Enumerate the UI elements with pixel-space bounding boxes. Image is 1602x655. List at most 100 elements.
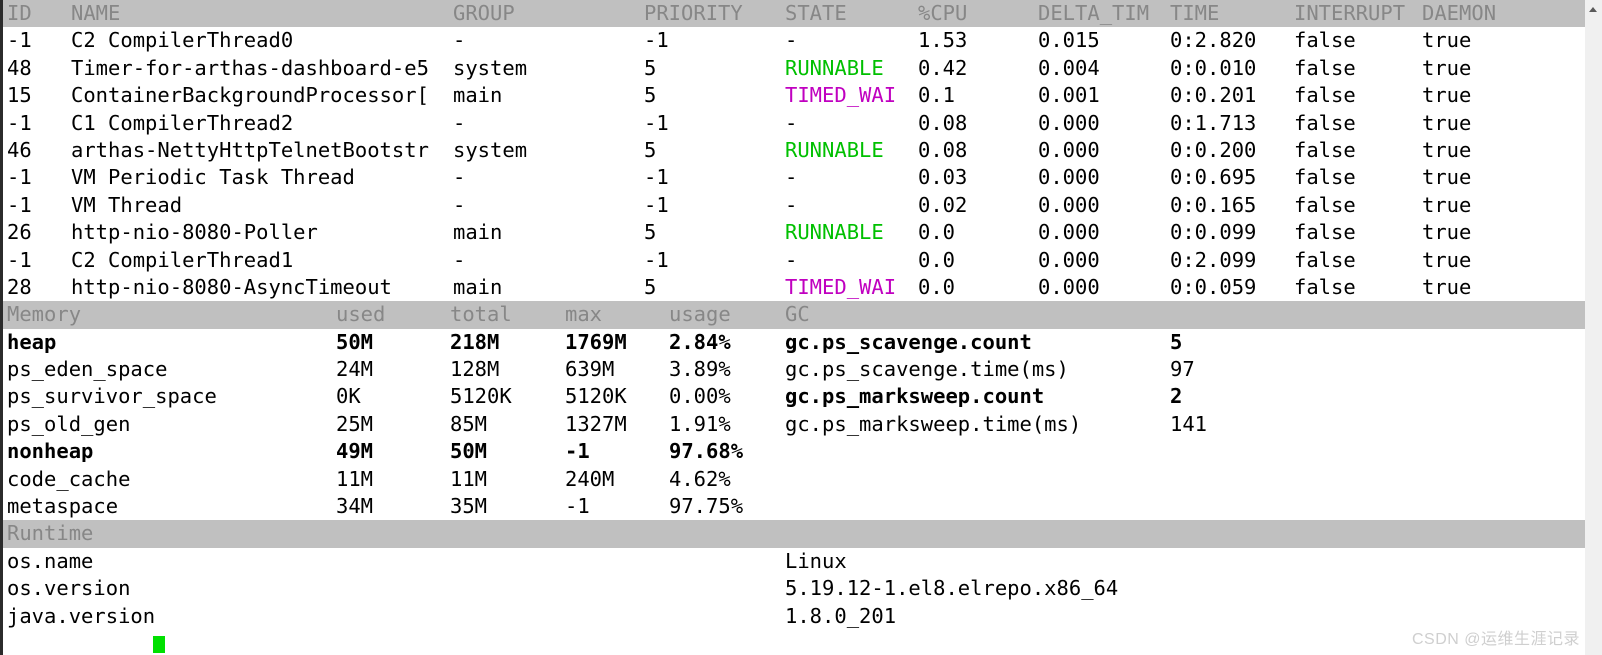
memory-cell-total: 35M	[450, 494, 488, 519]
thread-cell-name: arthas-NettyHttpTelnetBootstr	[71, 137, 429, 162]
thread-cell-priority: -1	[644, 192, 669, 217]
thread-cell-name: C2 CompilerThread0	[71, 28, 294, 53]
memory-col-header-max: max	[565, 302, 603, 327]
thread-row: -1 VM Periodic Task Thread - -1 - 0.03 0.000 0:…	[3, 164, 1588, 191]
memory-cell-usage: 4.62%	[669, 466, 731, 491]
scroll-up-arrow-icon[interactable]	[1585, 0, 1602, 17]
terminal-output-area[interactable]: ID NAME GROUP PRIORITY STATE %CPU DELTA_…	[3, 0, 1588, 655]
thread-cell-cpu: 0.02	[918, 192, 968, 217]
runtime-cell-key: java.version	[7, 603, 156, 628]
thread-cell-id: 46	[7, 137, 32, 162]
gc-col-header: GC	[785, 302, 810, 327]
thread-cell-interrupt: false	[1294, 110, 1356, 135]
thread-cell-cpu: 1.53	[918, 28, 968, 53]
memory-cell-name: heap	[7, 329, 57, 354]
thread-cell-daemon: true	[1422, 137, 1472, 162]
thread-cell-name: C2 CompilerThread1	[71, 247, 294, 272]
memory-gc-row: ps_old_gen 25M 85M 1327M 1.91% gc.ps_markswee…	[3, 411, 1588, 438]
threads-col-header-delta-time: DELTA_TIM	[1038, 1, 1150, 25]
thread-row: 46 arthas-NettyHttpTelnetBootstr system 5 RU…	[3, 137, 1588, 164]
thread-cell-state: RUNNABLE	[785, 137, 884, 162]
thread-cell-group: -	[453, 247, 466, 272]
thread-cell-group: -	[453, 192, 466, 217]
thread-cell-time: 0:0.201	[1170, 83, 1257, 108]
memory-cell-max: 639M	[565, 357, 615, 382]
thread-cell-cpu: 0.08	[918, 137, 968, 162]
thread-cell-time: 0:1.713	[1170, 110, 1257, 135]
threads-col-header-time: TIME	[1170, 1, 1220, 25]
thread-cell-time: 0:0.695	[1170, 165, 1257, 190]
thread-cell-group: system	[453, 55, 528, 80]
thread-cell-id: -1	[7, 165, 32, 190]
memory-cell-total: 50M	[450, 439, 488, 464]
cursor-block-icon	[153, 635, 165, 653]
runtime-cell-value: Linux	[785, 548, 847, 573]
thread-cell-priority: -1	[644, 247, 669, 272]
thread-cell-id: -1	[7, 28, 32, 53]
memory-cell-usage: 3.89%	[669, 357, 731, 382]
thread-cell-group: -	[453, 110, 466, 135]
threads-col-header-name: NAME	[71, 1, 121, 25]
memory-cell-name: metaspace	[7, 494, 119, 519]
thread-cell-interrupt: false	[1294, 165, 1356, 190]
thread-cell-state: -	[785, 165, 798, 190]
memory-cell-used: 24M	[336, 357, 374, 382]
thread-cell-cpu: 0.42	[918, 55, 968, 80]
runtime-col-header: Runtime	[7, 521, 94, 546]
memory-cell-used: 50M	[336, 329, 374, 354]
memory-gc-row: metaspace 34M 35M -1 97.75%	[3, 493, 1588, 520]
gc-cell-name: gc.ps_scavenge.time(ms)	[785, 357, 1069, 382]
thread-cell-name: ContainerBackgroundProcessor[	[71, 83, 429, 108]
runtime-cell-value: 5.19.12-1.el8.elrepo.x86_64	[785, 576, 1119, 601]
csdn-watermark: CSDN @运维生涯记录	[1411, 631, 1580, 648]
threads-col-header-priority: PRIORITY	[644, 1, 743, 25]
runtime-cell-key: os.name	[7, 548, 94, 573]
runtime-row: os.name Linux	[3, 548, 1588, 575]
thread-row: 26 http-nio-8080-Poller main 5 RUNNABLE 0.0 0.…	[3, 219, 1588, 246]
thread-cell-state: -	[785, 28, 798, 53]
memory-gc-row: nonheap 49M 50M -1 97.68%	[3, 438, 1588, 465]
thread-cell-cpu: 0.0	[918, 247, 956, 272]
thread-cell-priority: 5	[644, 83, 657, 108]
thread-cell-delta-time: 0.000	[1038, 137, 1100, 162]
thread-cell-time: 0:0.165	[1170, 192, 1257, 217]
thread-row: -1 C1 CompilerThread2 - -1 - 0.08 0.000 0:1.713…	[3, 110, 1588, 137]
memory-cell-name: ps_eden_space	[7, 357, 168, 382]
thread-row: -1 C2 CompilerThread0 - -1 - 1.53 0.015 0:2.820…	[3, 27, 1588, 54]
thread-cell-time: 0:0.059	[1170, 274, 1257, 299]
memory-cell-name: nonheap	[7, 439, 94, 464]
thread-cell-priority: 5	[644, 274, 657, 299]
thread-cell-id: -1	[7, 247, 32, 272]
memory-gc-row: code_cache 11M 11M 240M 4.62%	[3, 466, 1588, 493]
gc-cell-name: gc.ps_marksweep.count	[785, 384, 1045, 409]
runtime-row: os.version 5.19.12-1.el8.elrepo.x86_64	[3, 575, 1588, 602]
memory-cell-total: 85M	[450, 411, 488, 436]
thread-cell-daemon: true	[1422, 165, 1472, 190]
memory-table-header-row: Memory used total max usage GC	[3, 301, 1588, 329]
thread-cell-interrupt: false	[1294, 83, 1356, 108]
thread-cell-delta-time: 0.015	[1038, 28, 1100, 53]
arthas-dashboard-terminal: ID NAME GROUP PRIORITY STATE %CPU DELTA_…	[0, 0, 1602, 655]
memory-cell-usage: 1.91%	[669, 411, 731, 436]
runtime-cell-value: 1.8.0_201	[785, 603, 897, 628]
thread-cell-daemon: true	[1422, 247, 1472, 272]
thread-row: 48 Timer-for-arthas-dashboard-e5 system 5 RU…	[3, 55, 1588, 82]
memory-col-header-usage: usage	[669, 302, 731, 327]
thread-cell-delta-time: 0.000	[1038, 192, 1100, 217]
thread-cell-interrupt: false	[1294, 247, 1356, 272]
memory-cell-usage: 2.84%	[669, 329, 731, 354]
threads-table-header-row: ID NAME GROUP PRIORITY STATE %CPU DELTA_…	[3, 0, 1588, 28]
memory-cell-used: 25M	[336, 411, 374, 436]
memory-col-header-total: total	[450, 302, 512, 327]
threads-col-header-id: ID	[7, 1, 32, 25]
memory-cell-total: 5120K	[450, 384, 512, 409]
thread-cell-name: Timer-for-arthas-dashboard-e5	[71, 55, 429, 80]
thread-row: 15 ContainerBackgroundProcessor[main 5 TIME…	[3, 82, 1588, 109]
gc-cell-name: gc.ps_marksweep.time(ms)	[785, 411, 1082, 436]
memory-cell-usage: 97.68%	[669, 439, 744, 464]
thread-cell-cpu: 0.08	[918, 110, 968, 135]
memory-cell-max: -1	[565, 439, 590, 464]
vertical-scrollbar[interactable]	[1585, 0, 1602, 655]
memory-cell-usage: 0.00%	[669, 384, 731, 409]
thread-cell-delta-time: 0.004	[1038, 55, 1100, 80]
